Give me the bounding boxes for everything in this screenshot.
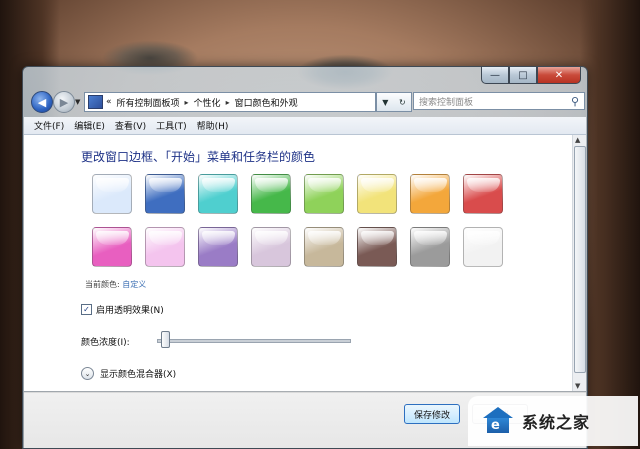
scroll-up-icon[interactable]: ▲ — [575, 136, 580, 144]
breadcrumb-overflow[interactable]: « — [106, 97, 112, 107]
vertical-scrollbar[interactable]: ▲ ▼ — [572, 135, 586, 391]
current-color: 当前颜色: 自定义 — [85, 279, 146, 290]
breadcrumb-window-color[interactable]: 窗口颜色和外观 — [235, 96, 298, 109]
search-input[interactable]: 搜索控制面板 — [419, 95, 473, 108]
color-swatch-lemon[interactable] — [357, 174, 397, 214]
breadcrumb-separator-icon[interactable]: ▸ — [185, 98, 189, 107]
watermark-text: 系统之家 — [522, 413, 591, 432]
color-swatch-twilight[interactable] — [145, 174, 185, 214]
menu-help[interactable]: 帮助(H) — [192, 119, 234, 132]
close-button[interactable]: ✕ — [537, 67, 581, 84]
color-swatch-fuchsia[interactable] — [92, 227, 132, 267]
color-swatch-blush[interactable] — [145, 227, 185, 267]
color-swatch-sky[interactable] — [92, 174, 132, 214]
color-swatch-taupe[interactable] — [304, 227, 344, 267]
intensity-slider-thumb[interactable] — [160, 331, 170, 348]
control-panel-icon — [88, 95, 103, 109]
breadcrumb-all-control-panel-items[interactable]: 所有控制面板项 — [117, 96, 180, 109]
transparency-label[interactable]: 启用透明效果(N) — [96, 303, 164, 316]
scrollbar-thumb[interactable] — [574, 146, 586, 373]
color-swatch-slate[interactable] — [410, 227, 450, 267]
address-controls: ▼ ↻ — [376, 92, 412, 112]
back-button[interactable]: ◀ — [31, 91, 53, 113]
expand-chevron-icon[interactable]: ⌄ — [81, 367, 94, 380]
color-mixer-toggle[interactable]: ⌄ 显示颜色混合器(X) — [81, 367, 176, 380]
wallpaper-hair-right — [580, 0, 640, 449]
maximize-button[interactable]: □ — [509, 67, 537, 84]
color-swatch-violet[interactable] — [198, 227, 238, 267]
watermark-logo: e 系统之家 — [468, 396, 638, 446]
menu-bar: 文件(F) 编辑(E) 查看(V) 工具(T) 帮助(H) — [24, 117, 586, 135]
color-swatch-lavender[interactable] — [251, 227, 291, 267]
save-changes-button[interactable]: 保存修改 — [404, 404, 460, 424]
content-pane: 更改窗口边框、「开始」菜单和任务栏的颜色 当前颜色: 自定义 ✓ 启用透明效果(… — [24, 135, 586, 391]
recent-pages-dropdown-icon[interactable]: ▼ — [75, 98, 80, 106]
navigation-bar: ◀ ▶ ▼ « 所有控制面板项 ▸ 个性化 ▸ 窗口颜色和外观 ▼ ↻ 搜索控制… — [29, 90, 585, 114]
refresh-icon[interactable]: ↻ — [399, 98, 406, 107]
menu-edit[interactable]: 编辑(E) — [69, 119, 110, 132]
color-swatch-leaf[interactable] — [251, 174, 291, 214]
current-color-label: 当前颜色: — [85, 280, 120, 289]
watermark-logo-letter: e — [491, 418, 500, 433]
transparency-option[interactable]: ✓ 启用透明效果(N) — [81, 303, 164, 316]
intensity-label: 颜色浓度(I): — [81, 338, 130, 348]
color-mixer-label[interactable]: 显示颜色混合器(X) — [100, 367, 176, 380]
page-title: 更改窗口边框、「开始」菜单和任务栏的颜色 — [81, 150, 316, 164]
menu-tools[interactable]: 工具(T) — [151, 119, 192, 132]
scroll-down-icon[interactable]: ▼ — [575, 382, 580, 390]
control-panel-window: — □ ✕ ◀ ▶ ▼ « 所有控制面板项 ▸ 个性化 ▸ 窗口颜色和外观 ▼ … — [22, 66, 588, 449]
color-swatch-ruby[interactable] — [463, 174, 503, 214]
menu-file[interactable]: 文件(F) — [24, 119, 69, 132]
color-swatch-frost[interactable] — [463, 227, 503, 267]
house-logo-icon: e — [480, 406, 516, 436]
menu-view[interactable]: 查看(V) — [110, 119, 151, 132]
forward-arrow-icon: ▶ — [59, 95, 69, 109]
address-dropdown-icon[interactable]: ▼ — [382, 98, 388, 107]
color-swatch-chocolate[interactable] — [357, 227, 397, 267]
caption-buttons: — □ ✕ — [481, 67, 581, 85]
address-bar[interactable]: « 所有控制面板项 ▸ 个性化 ▸ 窗口颜色和外观 — [84, 92, 376, 112]
desktop-wallpaper: — □ ✕ ◀ ▶ ▼ « 所有控制面板项 ▸ 个性化 ▸ 窗口颜色和外观 ▼ … — [0, 0, 640, 449]
color-swatch-sea[interactable] — [198, 174, 238, 214]
current-color-value: 自定义 — [122, 280, 147, 289]
forward-button[interactable]: ▶ — [53, 91, 75, 113]
search-icon[interactable]: ⚲ — [571, 95, 579, 108]
back-arrow-icon: ◀ — [37, 95, 47, 109]
intensity-slider-track[interactable] — [157, 339, 351, 343]
search-box[interactable]: 搜索控制面板 ⚲ — [413, 92, 585, 110]
color-swatch-pumpkin[interactable] — [410, 174, 450, 214]
minimize-button[interactable]: — — [481, 67, 509, 84]
transparency-checkbox[interactable]: ✓ — [81, 304, 92, 315]
breadcrumb-personalization[interactable]: 个性化 — [194, 96, 221, 109]
color-swatch-lime[interactable] — [304, 174, 344, 214]
breadcrumb-separator-icon[interactable]: ▸ — [226, 98, 230, 107]
